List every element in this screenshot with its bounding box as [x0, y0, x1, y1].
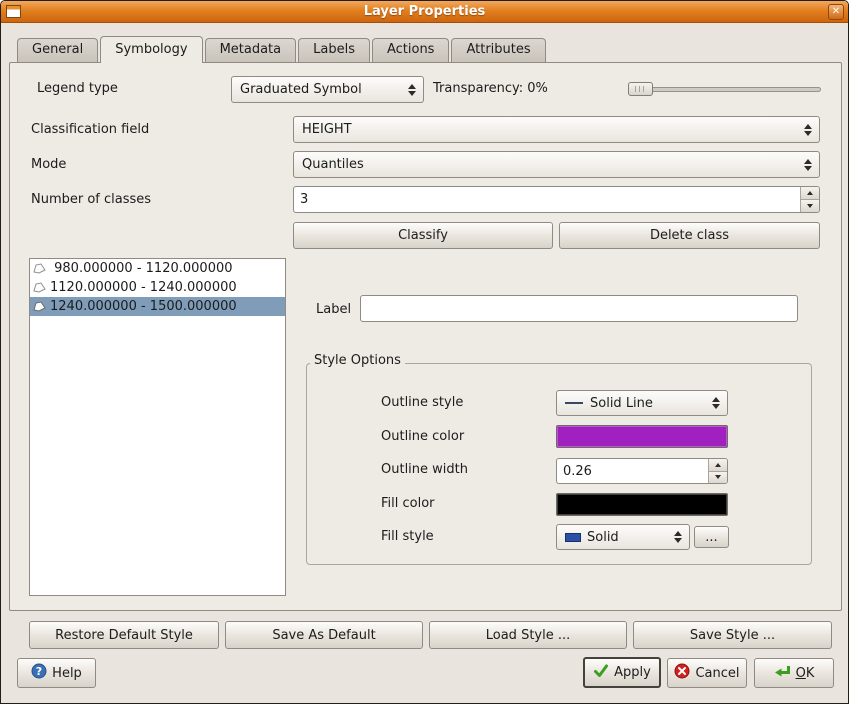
- outline-style-label: Outline style: [381, 395, 463, 410]
- transparency-label: Transparency: 0%: [433, 81, 548, 96]
- ok-button[interactable]: OK: [754, 658, 834, 688]
- class-list: 980.000000 - 1120.000000 1120.000000 - 1…: [29, 258, 286, 596]
- restore-default-style-button[interactable]: Restore Default Style: [29, 621, 219, 649]
- legend-type-value: Graduated Symbol: [240, 82, 362, 97]
- slider-handle[interactable]: [628, 82, 653, 96]
- spin-down-button[interactable]: [801, 200, 819, 212]
- class-list-item-selected[interactable]: 1240.000000 - 1500.000000: [30, 297, 285, 316]
- transparency-slider[interactable]: [628, 82, 821, 97]
- tab-actions[interactable]: Actions: [372, 38, 450, 62]
- load-style-button[interactable]: Load Style ...: [429, 621, 627, 649]
- apply-check-icon: [593, 663, 609, 682]
- help-button[interactable]: ? Help: [17, 658, 96, 688]
- legend-type-combo[interactable]: Graduated Symbol: [231, 76, 424, 103]
- solid-fill-icon: [565, 533, 581, 542]
- fill-style-value: Solid: [587, 530, 619, 545]
- class-range-label: 1120.000000 - 1240.000000: [50, 280, 237, 295]
- classify-button[interactable]: Classify: [293, 222, 553, 249]
- cancel-button[interactable]: Cancel: [667, 658, 747, 688]
- class-symbol-icon: [32, 281, 48, 294]
- class-list-item[interactable]: 1120.000000 - 1240.000000: [30, 278, 285, 297]
- tab-bar: General Symbology Metadata Labels Action…: [17, 36, 548, 63]
- mode-value: Quantiles: [302, 157, 364, 172]
- number-of-classes-spinner: [293, 186, 820, 213]
- spin-up-button[interactable]: [801, 187, 819, 200]
- classification-field-value: HEIGHT: [302, 122, 352, 137]
- combo-arrows-icon: [804, 159, 812, 171]
- titlebar[interactable]: Layer Properties ✕: [1, 1, 848, 23]
- label-field-label: Label: [316, 302, 351, 317]
- spin-down-button[interactable]: [709, 472, 727, 484]
- slider-track[interactable]: [628, 87, 821, 92]
- help-icon: ?: [31, 663, 47, 683]
- class-range-label: 980.000000 - 1120.000000: [50, 261, 233, 276]
- outline-width-input[interactable]: [557, 459, 705, 483]
- window-title: Layer Properties: [1, 4, 848, 19]
- solid-line-icon: [565, 402, 583, 404]
- combo-arrows-icon: [804, 124, 812, 136]
- ok-label: OK: [796, 666, 815, 681]
- slider-grip-icon: [635, 86, 646, 92]
- combo-arrows-icon: [408, 84, 416, 96]
- layer-properties-dialog: Layer Properties ✕ General Symbology Met…: [0, 0, 849, 704]
- outline-color-swatch[interactable]: [556, 425, 728, 448]
- tab-attributes[interactable]: Attributes: [451, 38, 545, 62]
- svg-text:?: ?: [36, 665, 42, 678]
- mode-combo[interactable]: Quantiles: [293, 151, 820, 178]
- delete-class-button[interactable]: Delete class: [559, 222, 820, 249]
- class-list-item[interactable]: 980.000000 - 1120.000000: [30, 259, 285, 278]
- cancel-icon: [674, 663, 690, 683]
- spinner-buttons: [708, 459, 727, 483]
- fill-color-swatch[interactable]: [556, 493, 728, 516]
- label-textbox: [360, 295, 798, 322]
- tab-metadata[interactable]: Metadata: [205, 38, 297, 62]
- combo-arrows-icon: [674, 531, 682, 543]
- number-of-classes-label: Number of classes: [31, 192, 151, 207]
- close-icon[interactable]: ✕: [828, 4, 844, 20]
- label-input[interactable]: [361, 296, 797, 321]
- mode-label: Mode: [31, 157, 66, 172]
- outline-style-value: Solid Line: [590, 396, 653, 411]
- fill-style-label: Fill style: [381, 529, 434, 544]
- classification-field-combo[interactable]: HEIGHT: [293, 116, 820, 143]
- fill-style-more-button[interactable]: ...: [694, 526, 729, 548]
- outline-style-combo[interactable]: Solid Line: [556, 390, 728, 416]
- class-symbol-icon: [32, 300, 48, 313]
- save-as-default-button[interactable]: Save As Default: [225, 621, 423, 649]
- apply-button[interactable]: Apply: [583, 657, 661, 688]
- save-style-button[interactable]: Save Style ...: [633, 621, 832, 649]
- spinner-buttons: [800, 187, 819, 212]
- spin-up-button[interactable]: [709, 459, 727, 472]
- classification-field-label: Classification field: [31, 122, 149, 137]
- style-options-title: Style Options: [310, 353, 405, 368]
- combo-arrows-icon: [712, 397, 720, 409]
- fill-color-label: Fill color: [381, 496, 435, 511]
- outline-color-label: Outline color: [381, 429, 464, 444]
- tab-general[interactable]: General: [17, 38, 98, 62]
- class-symbol-icon: [32, 262, 48, 275]
- outline-width-label: Outline width: [381, 462, 468, 477]
- tab-labels[interactable]: Labels: [298, 38, 370, 62]
- tab-symbology[interactable]: Symbology: [100, 36, 202, 63]
- outline-width-spinner: [556, 458, 728, 484]
- ok-enter-arrow-icon: [774, 665, 791, 682]
- number-of-classes-input[interactable]: [294, 187, 797, 212]
- class-range-label: 1240.000000 - 1500.000000: [50, 299, 237, 314]
- fill-style-combo[interactable]: Solid: [556, 524, 690, 550]
- legend-type-label: Legend type: [37, 81, 118, 96]
